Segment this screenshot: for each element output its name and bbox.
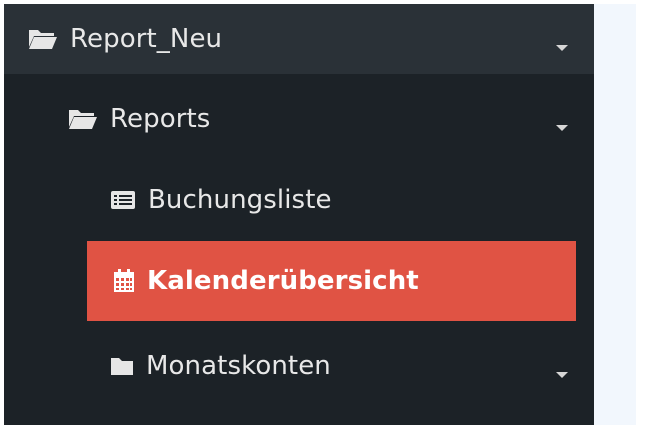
list-alt-icon bbox=[110, 190, 136, 210]
sidebar-item-label: Buchungsliste bbox=[148, 185, 332, 215]
sidebar-item-label: Reports bbox=[110, 104, 211, 134]
sidebar-item-label: Monatskonten bbox=[146, 351, 331, 381]
chevron-down-icon[interactable] bbox=[556, 125, 568, 131]
calendar-icon bbox=[113, 269, 135, 293]
folder-icon bbox=[110, 356, 134, 376]
folder-open-icon bbox=[28, 28, 58, 50]
sidebar-item-label: Kalenderübersicht bbox=[147, 266, 419, 296]
page: Report_Neu Reports Buchungsliste Kalende… bbox=[0, 0, 653, 425]
chevron-down-icon[interactable] bbox=[556, 372, 568, 378]
sidebar-item-buchungsliste[interactable]: Buchungsliste bbox=[4, 164, 594, 236]
sidebar-item-reports[interactable]: Reports bbox=[4, 80, 594, 158]
sidebar-item-report-neu[interactable]: Report_Neu bbox=[4, 4, 594, 74]
sidebar: Report_Neu Reports Buchungsliste Kalende… bbox=[4, 4, 594, 425]
sidebar-item-kalenderuebersicht[interactable]: Kalenderübersicht bbox=[87, 241, 576, 321]
main-content-area bbox=[594, 4, 636, 425]
sidebar-item-monatskonten[interactable]: Monatskonten bbox=[4, 326, 594, 406]
sidebar-item-label: Report_Neu bbox=[70, 24, 223, 54]
chevron-down-icon[interactable] bbox=[556, 45, 568, 51]
folder-open-icon bbox=[68, 108, 98, 130]
